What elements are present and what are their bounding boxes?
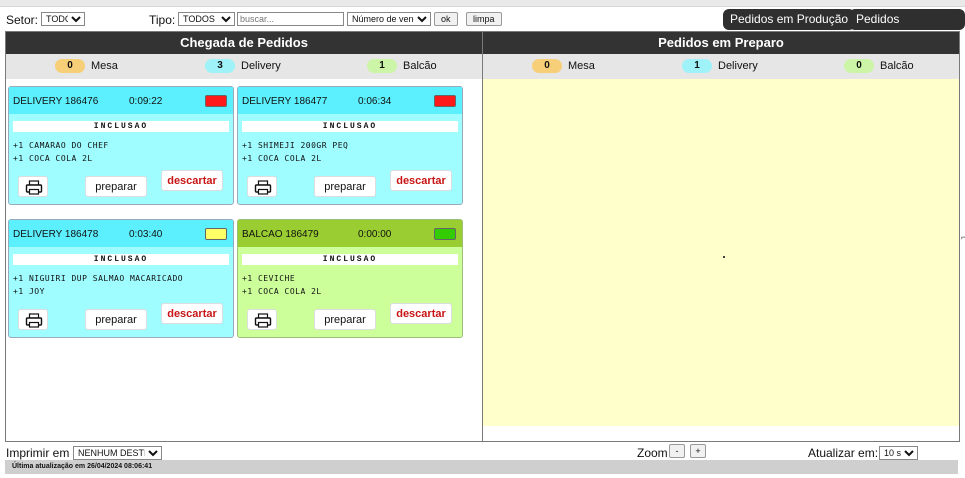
search-input[interactable] (237, 12, 344, 26)
printer-icon (25, 313, 43, 328)
count-delivery-label: Delivery (718, 60, 758, 72)
browser-top-strip (0, 0, 965, 7)
descartar-button[interactable]: descartar (161, 303, 223, 324)
preparo-drop-area[interactable] (483, 79, 959, 426)
count-mesa-value: 0 (55, 59, 85, 73)
order-item: +1 JOY (13, 287, 45, 296)
order-id: BALCAO 186479 (242, 229, 319, 240)
order-status-flag (434, 228, 456, 240)
order-card-header: DELIVERY 186477 0:06:34 (238, 87, 462, 114)
order-item: +1 NIGUIRI DUP SALMAO MACARICADO (13, 274, 184, 283)
resize-handle-icon[interactable]: ⌐ (961, 232, 965, 242)
pedidos-finalizados-button[interactable]: Pedidos Finalizados (849, 9, 965, 47)
order-card[interactable]: DELIVERY 186478 0:03:40 INCLUSAO +1 NIGU… (8, 219, 234, 338)
count-mesa-value: 0 (532, 59, 562, 73)
count-mesa-label: Mesa (568, 60, 595, 72)
print-button[interactable] (247, 176, 277, 197)
preparar-button[interactable]: preparar (314, 309, 376, 330)
printer-icon (254, 180, 272, 195)
footer-bar: Imprimir em NENHUM DESTINO Zoom - + Atua… (0, 442, 965, 462)
order-item: +1 SHIMEJI 200GR PEQ (242, 141, 349, 150)
order-card[interactable]: BALCAO 186479 0:00:00 INCLUSAO +1 CEVICH… (237, 219, 463, 338)
count-delivery-value: 1 (682, 59, 712, 73)
order-timer: 0:00:00 (358, 229, 392, 240)
order-section-label: INCLUSAO (242, 121, 458, 132)
count-balcao-value: 0 (844, 59, 874, 73)
order-status-flag (205, 95, 227, 107)
order-id: DELIVERY 186478 (13, 229, 99, 240)
limpa-button[interactable]: limpa (466, 12, 502, 26)
descartar-button[interactable]: descartar (390, 303, 452, 324)
order-timer: 0:03:40 (129, 229, 163, 240)
order-section-label: INCLUSAO (242, 254, 458, 265)
preparo-panel: Pedidos em Preparo 0 Mesa 1 Delivery 0 B… (482, 31, 960, 442)
order-card-header: DELIVERY 186478 0:03:40 (9, 220, 233, 247)
order-section-label: INCLUSAO (13, 254, 229, 265)
count-mesa-label: Mesa (91, 60, 118, 72)
zoom-in-button[interactable]: + (690, 444, 706, 458)
zoom-out-button[interactable]: - (669, 444, 685, 458)
imprimir-label: Imprimir em (6, 446, 70, 460)
descartar-button[interactable]: descartar (390, 170, 452, 191)
print-button[interactable] (247, 309, 277, 330)
order-id: DELIVERY 186477 (242, 96, 328, 107)
count-mesa: 0 Mesa (532, 59, 595, 73)
count-delivery: 1 Delivery (682, 59, 758, 73)
order-timer: 0:09:22 (129, 96, 163, 107)
count-balcao-label: Balcão (403, 60, 437, 72)
preparar-button[interactable]: preparar (85, 176, 147, 197)
print-button[interactable] (18, 176, 48, 197)
ok-button[interactable]: ok (434, 12, 458, 26)
descartar-button[interactable]: descartar (161, 170, 223, 191)
order-item: +1 CEVICHE (242, 274, 296, 283)
search-mode-select[interactable]: Número de venda (347, 12, 431, 26)
atualizar-label: Atualizar em: (808, 446, 879, 460)
preparar-button[interactable]: preparar (314, 176, 376, 197)
count-delivery-label: Delivery (241, 60, 281, 72)
preparar-button[interactable]: preparar (85, 309, 147, 330)
filter-toolbar: Setor: TODOS Tipo: TODOS Número de venda… (0, 9, 965, 47)
order-card[interactable]: DELIVERY 186476 0:09:22 INCLUSAO +1 CAMA… (8, 86, 234, 205)
imprimir-select[interactable]: NENHUM DESTINO (73, 446, 162, 460)
order-id: DELIVERY 186476 (13, 96, 99, 107)
count-balcao-label: Balcão (880, 60, 914, 72)
count-balcao: 0 Balcão (844, 59, 914, 73)
setor-label: Setor: (6, 13, 39, 27)
chegada-panel-title: Chegada de Pedidos (6, 32, 482, 54)
order-section-label: INCLUSAO (13, 121, 229, 132)
printer-icon (25, 180, 43, 195)
count-delivery: 3 Delivery (205, 59, 281, 73)
preparo-counts-bar: 0 Mesa 1 Delivery 0 Balcão (483, 54, 959, 79)
order-item: +1 COCA COLA 2L (242, 154, 322, 163)
count-mesa: 0 Mesa (55, 59, 118, 73)
atualizar-select[interactable]: 10 seg (879, 446, 918, 460)
chegada-panel: Chegada de Pedidos 0 Mesa 3 Delivery 1 B… (5, 31, 483, 442)
count-delivery-value: 3 (205, 59, 235, 73)
order-item: +1 CAMARAO DO CHEF (13, 141, 109, 150)
tipo-label: Tipo: (149, 13, 176, 27)
chegada-counts-bar: 0 Mesa 3 Delivery 1 Balcão (6, 54, 482, 79)
zoom-label: Zoom (637, 446, 668, 460)
order-status-flag (434, 95, 456, 107)
order-timer: 0:06:34 (358, 96, 392, 107)
count-balcao-value: 1 (367, 59, 397, 73)
order-card-header: DELIVERY 186476 0:09:22 (9, 87, 233, 114)
setor-select[interactable]: TODOS (41, 12, 85, 26)
tipo-select[interactable]: TODOS (178, 12, 235, 26)
order-card[interactable]: DELIVERY 186477 0:06:34 INCLUSAO +1 SHIM… (237, 86, 463, 205)
order-item: +1 COCA COLA 2L (242, 287, 322, 296)
print-button[interactable] (18, 309, 48, 330)
last-update-status: Última atualização em 26/04/2024 08:06:4… (5, 460, 958, 474)
preparo-panel-title: Pedidos em Preparo (483, 32, 959, 54)
count-balcao: 1 Balcão (367, 59, 437, 73)
order-status-flag (205, 228, 227, 240)
pedidos-producao-button[interactable]: Pedidos em Produção (723, 9, 856, 30)
printer-icon (254, 313, 272, 328)
order-item: +1 COCA COLA 2L (13, 154, 93, 163)
order-card-header: BALCAO 186479 0:00:00 (238, 220, 462, 247)
cursor-dot (723, 256, 725, 258)
